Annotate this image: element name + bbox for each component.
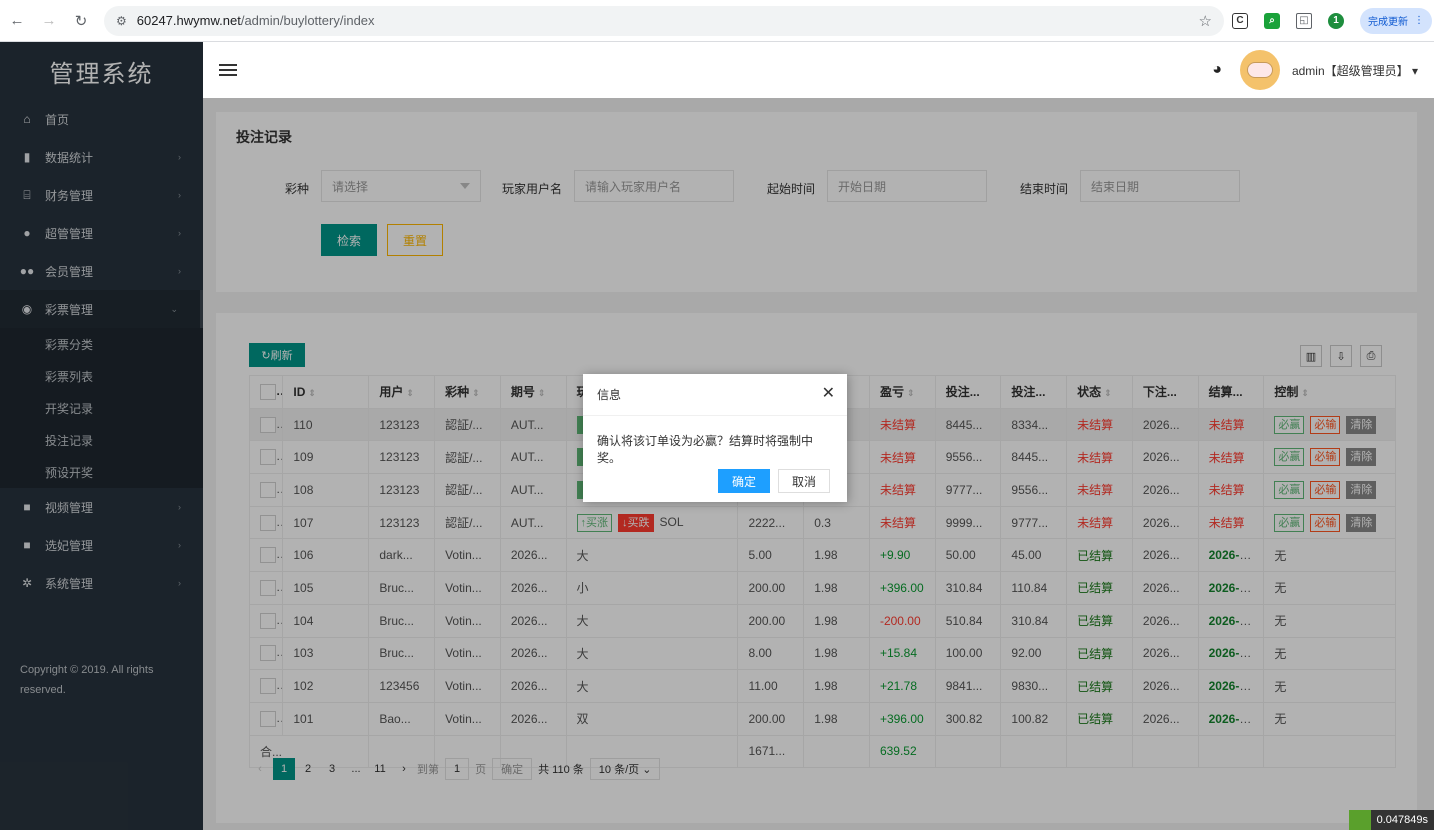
debug-timer: 0.047849s [1348, 810, 1434, 830]
user-menu[interactable]: admin【超级管理员】 ▾ [1292, 62, 1418, 79]
extension-search-icon[interactable]: ⌕ [1264, 12, 1280, 29]
site-info-icon[interactable]: ⚙ [116, 14, 127, 28]
profile-badge[interactable]: 1 [1328, 12, 1344, 29]
extensions-puzzle-icon[interactable]: ◱ [1296, 12, 1312, 29]
close-icon[interactable]: ✕ [822, 386, 835, 402]
user-name: admin【超级管理员】 [1291, 63, 1409, 78]
extension-c-icon[interactable]: C [1232, 12, 1248, 29]
url-host: 60247.hwymw.net [136, 13, 241, 28]
dialog-title: 信息 [583, 374, 847, 416]
address-bar[interactable]: ⚙ 60247.hwymw.net/admin/buylottery/index… [104, 5, 1224, 36]
forward-icon[interactable]: → [34, 6, 64, 36]
theme-palette-icon[interactable]: ◕ [1212, 61, 1222, 79]
confirm-button[interactable]: 确定 [718, 469, 770, 493]
timer-value: 0.047849s [1376, 814, 1428, 826]
leaf-icon [1348, 810, 1371, 830]
cancel-button[interactable]: 取消 [778, 469, 830, 493]
update-button[interactable]: 完成更新 ⋮ [1360, 7, 1432, 34]
avatar[interactable] [1239, 50, 1280, 90]
menu-toggle-icon[interactable] [219, 61, 237, 79]
bookmark-star-icon[interactable]: ☆ [1199, 12, 1212, 30]
more-menu-icon: ⋮ [1414, 15, 1424, 26]
browser-toolbar: ← → ↻ ⚙ 60247.hwymw.net/admin/buylottery… [0, 0, 1434, 42]
top-header: ◕ admin【超级管理员】 ▾ [203, 42, 1434, 98]
confirm-dialog: 信息 ✕ 确认将该订单设为必赢？结算时将强制中奖。 确定 取消 [583, 374, 847, 502]
dialog-message: 确认将该订单设为必赢？结算时将强制中奖。 [597, 434, 814, 465]
reload-icon[interactable]: ↻ [66, 6, 96, 36]
back-icon[interactable]: ← [2, 6, 32, 36]
url-path: /admin/buylottery/index [240, 13, 375, 28]
modal-shade-left [0, 42, 203, 830]
update-label: 完成更新 [1368, 17, 1408, 28]
